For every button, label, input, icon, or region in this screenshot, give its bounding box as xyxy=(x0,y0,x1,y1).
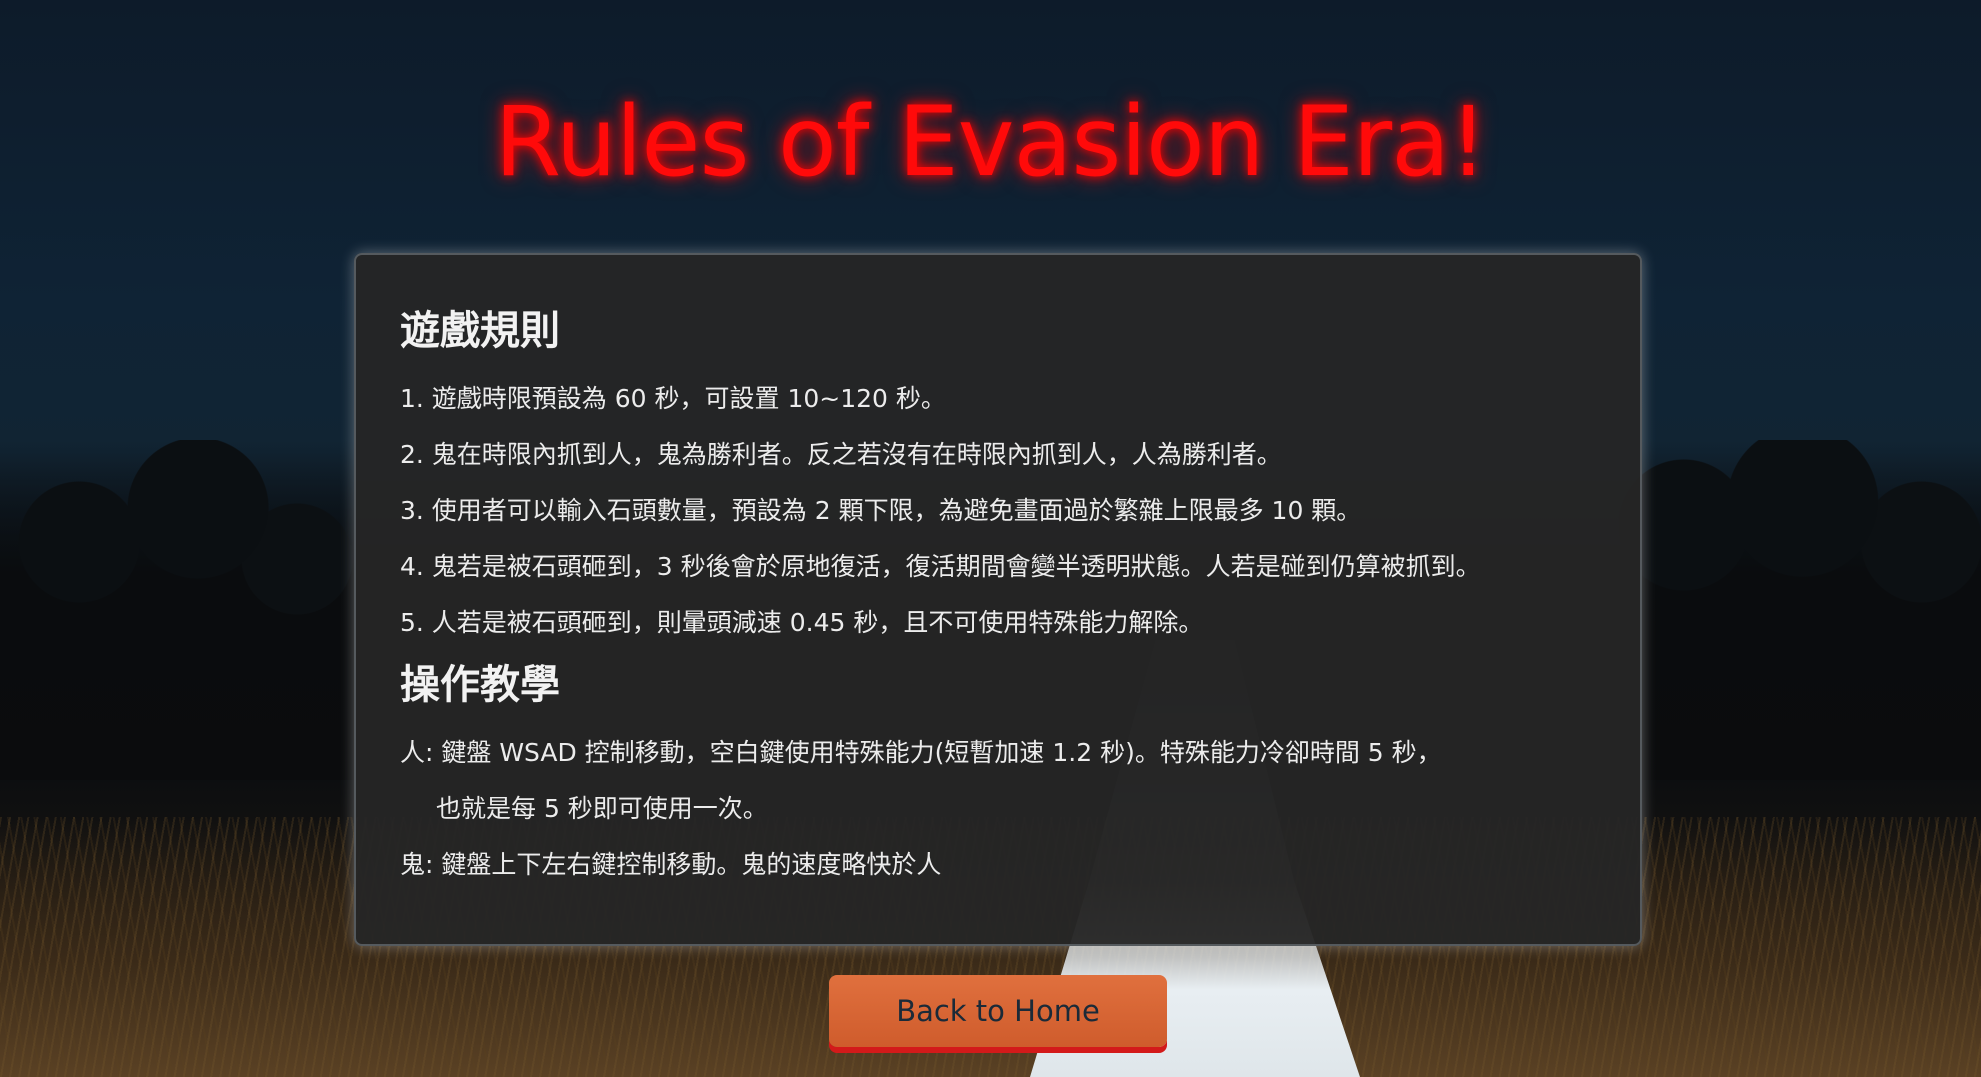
rule-item-5: 5. 人若是被石頭砸到，則暈頭減速 0.45 秒，且不可使用特殊能力解除。 xyxy=(400,608,1204,637)
controls-heading: 操作教學 xyxy=(400,662,560,708)
human-controls-continuation: 也就是每 5 秒即可使用一次。 xyxy=(436,794,768,823)
ghost-controls-line: 鬼: 鍵盤上下左右鍵控制移動。鬼的速度略快於人 xyxy=(400,850,942,879)
rules-panel: 遊戲規則 1. 遊戲時限預設為 60 秒，可設置 10~120 秒。 2. 鬼在… xyxy=(354,253,1642,946)
rule-item-1: 1. 遊戲時限預設為 60 秒，可設置 10~120 秒。 xyxy=(400,384,946,413)
human-controls-line: 人: 鍵盤 WSAD 控制移動，空白鍵使用特殊能力(短暫加速 1.2 秒)。特殊… xyxy=(400,738,1442,767)
rule-item-4: 4. 鬼若是被石頭砸到，3 秒後會於原地復活，復活期間會變半透明狀態。人若是碰到… xyxy=(400,552,1481,581)
back-to-home-button[interactable]: Back to Home xyxy=(829,975,1167,1047)
rule-item-3: 3. 使用者可以輸入石頭數量，預設為 2 顆下限，為避免畫面過於繁雜上限最多 1… xyxy=(400,496,1362,525)
rules-list: 1. 遊戲時限預設為 60 秒，可設置 10~120 秒。 2. 鬼在時限內抓到… xyxy=(400,371,1596,651)
controls-section: 人: 鍵盤 WSAD 控制移動，空白鍵使用特殊能力(短暫加速 1.2 秒)。特殊… xyxy=(400,725,1596,893)
rule-item-2: 2. 鬼在時限內抓到人，鬼為勝利者。反之若沒有在時限內抓到人，人為勝利者。 xyxy=(400,440,1282,469)
rules-heading: 遊戲規則 xyxy=(400,308,560,354)
page-title: Rules of Evasion Era! xyxy=(494,86,1487,198)
